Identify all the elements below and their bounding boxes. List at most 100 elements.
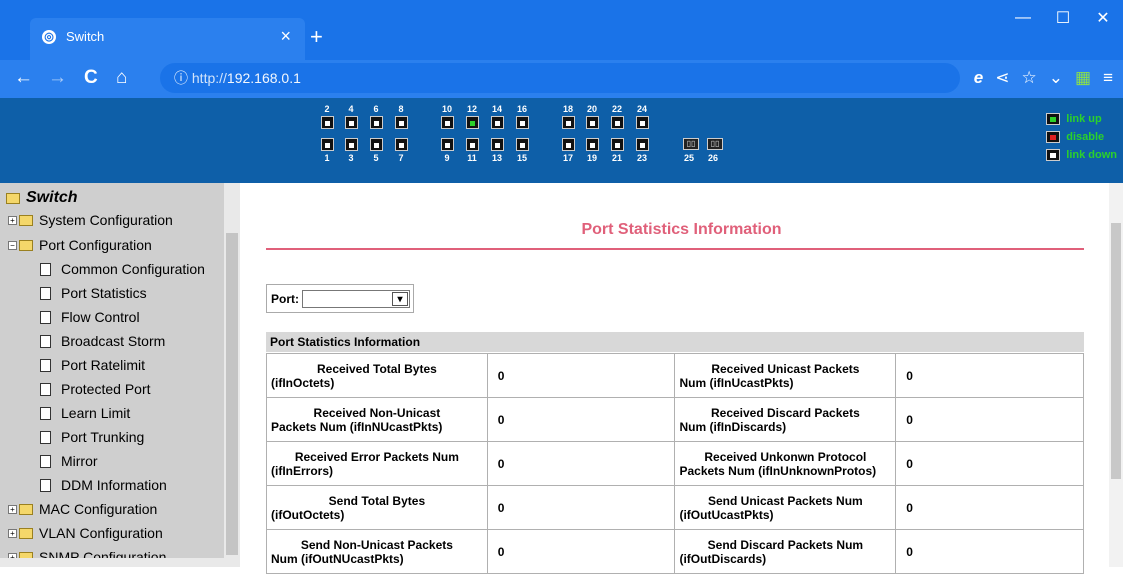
port-17-icon[interactable]: [562, 138, 575, 151]
port-16-icon[interactable]: [516, 116, 529, 129]
port-number-11: 11: [467, 153, 477, 163]
folder-icon: [19, 503, 33, 515]
stat-value: 0: [895, 397, 1084, 442]
stat-label: Send Unicast Packets Num (ifOutUcastPkts): [674, 485, 897, 530]
back-icon[interactable]: ←: [14, 67, 33, 89]
port-7-icon[interactable]: [395, 138, 408, 151]
sidebar-item-label: MAC Configuration: [39, 501, 158, 517]
menu-icon[interactable]: ≡: [1103, 68, 1113, 88]
port-11-icon[interactable]: [466, 138, 479, 151]
port-20-icon[interactable]: [586, 116, 599, 129]
port-3-icon[interactable]: [345, 138, 358, 151]
port-19-icon[interactable]: [586, 138, 599, 151]
sidebar-item-port-trunking[interactable]: Port Trunking: [40, 426, 144, 448]
port-number-16: 16: [516, 104, 527, 114]
stat-label: Received Unicast Packets Num (ifInUcastPk…: [674, 353, 897, 398]
port-23-icon[interactable]: [636, 138, 649, 151]
port-8-icon[interactable]: [395, 116, 408, 129]
bookmark-star-icon[interactable]: ☆: [1022, 68, 1037, 88]
port-13-icon[interactable]: [491, 138, 504, 151]
sidebar-item-broadcast-storm[interactable]: Broadcast Storm: [40, 330, 165, 352]
share-icon[interactable]: ⋖: [995, 68, 1009, 88]
chevron-down-icon[interactable]: ⌄: [1049, 68, 1063, 88]
page-icon: [40, 310, 51, 324]
port-10-icon[interactable]: [441, 116, 454, 129]
port-6-icon[interactable]: [370, 116, 383, 129]
stat-label-line2: (ifOutOctets): [271, 507, 345, 522]
sidebar-item-mac-configuration[interactable]: + MAC Configuration: [8, 498, 157, 520]
expand-icon[interactable]: +: [8, 528, 17, 538]
port-4-icon[interactable]: [345, 116, 358, 129]
sidebar-item-port-configuration[interactable]: − Port Configuration: [8, 234, 152, 256]
reload-icon[interactable]: C: [84, 67, 98, 89]
port-21-icon[interactable]: [611, 138, 624, 151]
ie-mode-icon[interactable]: e: [974, 68, 983, 88]
home-icon[interactable]: ⌂: [116, 67, 127, 89]
port-select[interactable]: ▾: [302, 289, 410, 308]
tree-root[interactable]: Switch: [6, 187, 78, 209]
apps-icon[interactable]: ▦: [1075, 68, 1091, 88]
port-1-icon[interactable]: [321, 138, 334, 151]
stat-label: Received Unkonwn Protocol Packets Num (if…: [674, 441, 897, 486]
new-tab-button[interactable]: +: [310, 24, 323, 50]
sidebar-item-vlan-configuration[interactable]: + VLAN Configuration: [8, 522, 163, 544]
port-25-icon[interactable]: ▯▯: [683, 138, 699, 150]
port-15-icon[interactable]: [516, 138, 529, 151]
sidebar-item-learn-limit[interactable]: Learn Limit: [40, 402, 130, 424]
port-number-13: 13: [491, 153, 502, 163]
sidebar-item-port-ratelimit[interactable]: Port Ratelimit: [40, 354, 145, 376]
collapse-icon[interactable]: −: [8, 240, 17, 250]
port-5-icon[interactable]: [370, 138, 383, 151]
maximize-button[interactable]: ☐: [1043, 0, 1083, 36]
sidebar-item-flow-control[interactable]: Flow Control: [40, 306, 140, 328]
stat-label-line2: (ifOutUcastPkts): [679, 507, 774, 522]
port-number-1: 1: [324, 153, 330, 163]
port-26-icon[interactable]: ▯▯: [707, 138, 723, 150]
sidebar-scroll-thumb[interactable]: [226, 233, 238, 555]
legend-link-down: link down: [1066, 149, 1117, 161]
sidebar-item-ddm-information[interactable]: DDM Information: [40, 474, 167, 496]
sidebar-item-common-configuration[interactable]: Common Configuration: [40, 258, 205, 280]
stat-label: Received Error Packets Num (ifInErrors): [266, 441, 488, 486]
port-number-9: 9: [444, 153, 450, 163]
browser-tab[interactable]: ◎ Switch ×: [30, 18, 305, 60]
content-scroll-thumb[interactable]: [1111, 223, 1121, 479]
expand-icon[interactable]: +: [8, 215, 17, 225]
sidebar-item-protected-port[interactable]: Protected Port: [40, 378, 151, 400]
port-number-3: 3: [348, 153, 354, 163]
port-number-25: 25: [683, 153, 694, 163]
tab-close-icon[interactable]: ×: [280, 26, 291, 47]
port-number-2: 2: [324, 104, 330, 114]
port-9-icon[interactable]: [441, 138, 454, 151]
sidebar-item-system-configuration[interactable]: + System Configuration: [8, 209, 173, 231]
port-number-6: 6: [373, 104, 379, 114]
stat-label-line1: Received Error Packets Num: [294, 449, 459, 464]
port-number-24: 24: [636, 104, 647, 114]
folder-open-icon: [6, 192, 20, 204]
port-14-icon[interactable]: [491, 116, 504, 129]
port-2-icon[interactable]: [321, 116, 334, 129]
stat-value: 0: [486, 397, 676, 442]
port-12-icon[interactable]: [466, 116, 479, 129]
forward-icon[interactable]: →: [48, 67, 67, 89]
port-number-5: 5: [373, 153, 379, 163]
page-icon: [40, 286, 51, 300]
browser-actions: e ⋖ ☆ ⌄ ▦ ≡: [974, 68, 1113, 88]
sidebar-item-mirror[interactable]: Mirror: [40, 450, 98, 472]
stat-label-line1: Received Unicast Packets: [711, 361, 860, 376]
legend-link-up: link up: [1066, 113, 1102, 125]
page-icon: [40, 382, 51, 396]
url-field[interactable]: ⓘ http://192.168.0.1: [160, 63, 960, 93]
expand-icon[interactable]: +: [8, 504, 17, 514]
close-window-button[interactable]: ✕: [1083, 0, 1123, 36]
chevron-down-icon[interactable]: ▾: [392, 291, 408, 306]
stat-label-line2: (ifInOctets): [271, 375, 335, 390]
sidebar-item-port-statistics[interactable]: Port Statistics: [40, 282, 147, 304]
minimize-button[interactable]: —: [1003, 0, 1043, 36]
port-24-icon[interactable]: [636, 116, 649, 129]
port-22-icon[interactable]: [611, 116, 624, 129]
port-number-7: 7: [398, 153, 404, 163]
sidebar-horizontal-scrollbar[interactable]: [0, 558, 224, 567]
browser-tab-bar: ◎ Switch × + — ☐ ✕: [0, 0, 1123, 60]
port-18-icon[interactable]: [562, 116, 575, 129]
